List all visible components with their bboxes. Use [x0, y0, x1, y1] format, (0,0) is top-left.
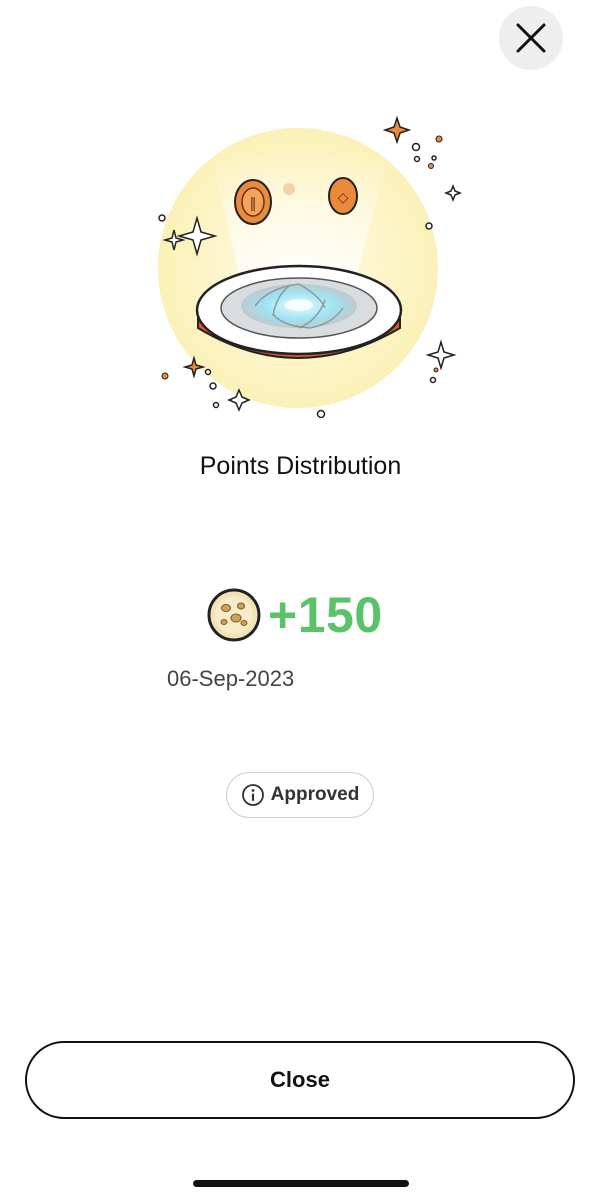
- status-label: Approved: [270, 784, 360, 805]
- points-summary: +150: [206, 585, 383, 645]
- points-portal-illustration: ‖ ◇: [158, 115, 463, 419]
- close-x-icon: [516, 23, 546, 53]
- close-icon-button[interactable]: [499, 6, 563, 70]
- transaction-date: 06-Sep-2023: [167, 666, 295, 691]
- info-icon: [241, 784, 264, 806]
- points-detail-screen: ‖ ◇ Points Distribution +150 06-Sep-2023…: [0, 0, 601, 1200]
- home-indicator[interactable]: [193, 1180, 409, 1187]
- close-button[interactable]: Close: [25, 1041, 575, 1119]
- close-button-label: Close: [270, 1067, 330, 1092]
- status-badge[interactable]: Approved: [226, 772, 374, 818]
- svg-text:‖: ‖: [250, 196, 257, 212]
- cookie-coin-icon: [207, 588, 261, 642]
- page-title: Points Distribution: [199, 452, 402, 480]
- coin-icon: ◇: [328, 177, 358, 215]
- coin-icon: ‖: [234, 179, 272, 225]
- svg-text:◇: ◇: [338, 190, 349, 206]
- points-value: +150: [268, 587, 383, 643]
